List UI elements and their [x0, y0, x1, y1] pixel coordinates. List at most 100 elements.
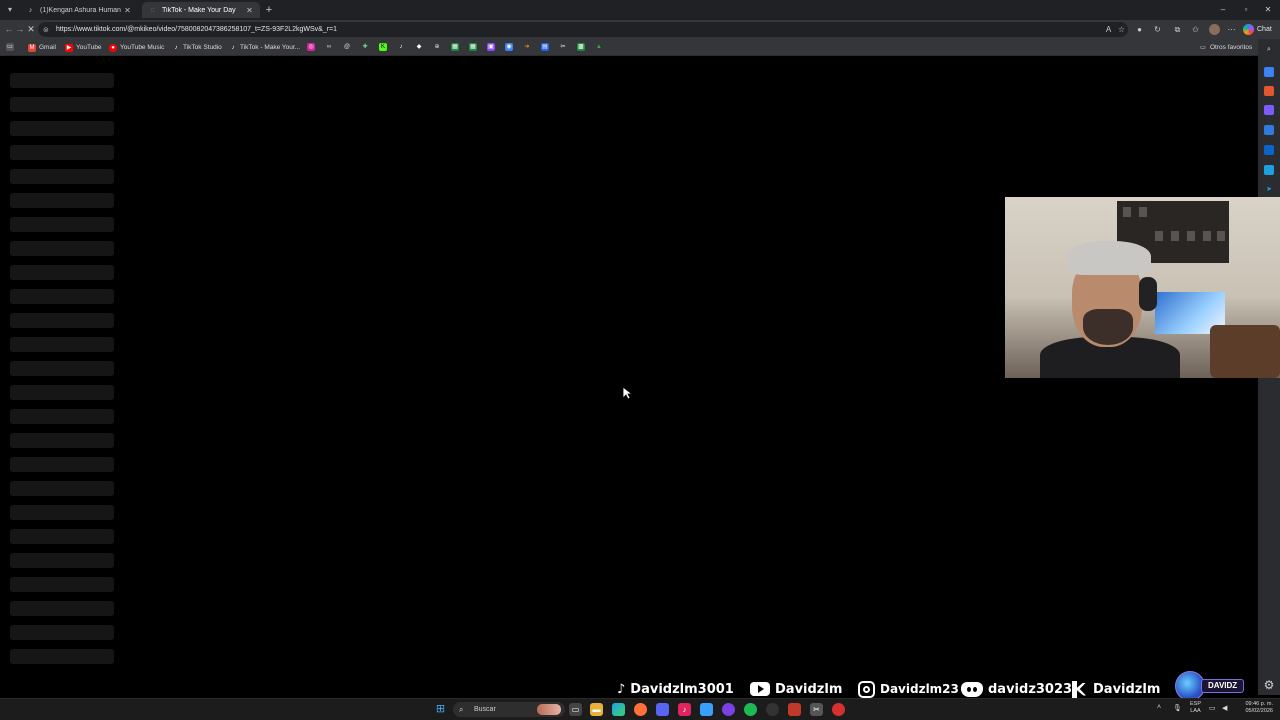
skeleton-item — [10, 625, 114, 640]
instagram-bookmark-icon[interactable]: ◎ — [307, 43, 315, 51]
outlook-icon[interactable] — [1264, 145, 1274, 155]
capcut-bookmark-icon[interactable]: ✂ — [559, 43, 567, 51]
bookmark-gmail[interactable]: M Gmail — [28, 42, 56, 53]
tag-icon[interactable] — [1264, 67, 1274, 77]
drop-icon[interactable] — [1264, 165, 1274, 175]
record-icon[interactable] — [832, 703, 845, 716]
tiktok-bookmark-icon[interactable]: ♪ — [397, 43, 405, 51]
app-taskbar-icon[interactable] — [700, 703, 713, 716]
copilot-chat-button[interactable]: Chat — [1243, 23, 1272, 36]
edge-icon[interactable] — [612, 703, 625, 716]
extensions-icon[interactable]: ⧉ — [1172, 24, 1183, 35]
spotify-icon[interactable] — [744, 703, 757, 716]
sheets-bookmark-icon[interactable]: ▦ — [451, 43, 459, 51]
refresh-extension-icon[interactable]: ↻ — [1152, 24, 1163, 35]
discord-taskbar-icon[interactable] — [656, 703, 669, 716]
firefox-icon[interactable] — [634, 703, 647, 716]
address-bar[interactable]: ⊜ https://www.tiktok.com/@mkikeo/video/7… — [38, 22, 1128, 37]
doc-bookmark-icon[interactable]: ▤ — [541, 43, 549, 51]
network-icon[interactable]: ▭ — [1209, 704, 1216, 712]
tab-search-icon[interactable]: ▾ — [4, 4, 16, 16]
copilot-panel-icon[interactable] — [1264, 125, 1274, 135]
skeleton-item — [10, 169, 114, 184]
sidebar-toggle-icon[interactable]: ▭ — [6, 43, 14, 51]
volume-icon[interactable]: ◀ — [1222, 704, 1227, 712]
system-clock[interactable]: 09:46 p. m. 05/02/2026 — [1239, 701, 1273, 715]
microphone-icon[interactable]: 🎙 — [1173, 704, 1182, 712]
drive-bookmark-icon[interactable]: ▲ — [595, 43, 603, 51]
tiktok-icon: ♪ — [28, 6, 33, 14]
skeleton-item — [10, 265, 114, 280]
site-info-icon[interactable]: ⊜ — [43, 26, 51, 34]
threads-bookmark-icon[interactable]: @ — [343, 43, 351, 51]
bookmark-youtube[interactable]: ▶ YouTube — [65, 42, 102, 53]
clock-time: 09:46 p. m. — [1245, 701, 1273, 707]
loading-icon: ◌ — [150, 6, 155, 14]
skeleton-item — [10, 313, 114, 328]
new-tab-button[interactable]: + — [263, 3, 275, 17]
kick-bookmark-icon[interactable]: K — [379, 43, 387, 51]
close-tab-icon[interactable]: ✕ — [245, 6, 254, 15]
task-view-icon[interactable]: ▭ — [569, 703, 582, 716]
minimize-button[interactable]: – — [1216, 4, 1230, 16]
more-menu-icon[interactable]: ⋯ — [1226, 24, 1237, 35]
plus-bookmark-icon[interactable]: ✚ — [361, 43, 369, 51]
search-highlight-image — [537, 704, 561, 715]
tray-chevron-icon[interactable]: ˄ — [1157, 704, 1161, 711]
skeleton-item — [10, 433, 114, 448]
bookmark-tiktok-make-your-day[interactable]: ♪ TikTok - Make Your... — [229, 42, 301, 53]
arrow-bookmark-icon[interactable]: ➔ — [523, 43, 531, 51]
tab-tiktok-make-your-day[interactable]: ◌ TikTok - Make Your Day ✕ — [142, 2, 260, 18]
obs-icon[interactable] — [722, 703, 735, 716]
twitch-bookmark-icon[interactable]: ▣ — [487, 43, 495, 51]
diamond-bookmark-icon[interactable]: ◆ — [415, 43, 423, 51]
toolbox-icon[interactable] — [1264, 86, 1274, 96]
bookmark-tiktok-studio[interactable]: ♪ TikTok Studio — [172, 42, 222, 53]
profile-avatar[interactable] — [1209, 24, 1220, 35]
skeleton-item — [10, 193, 114, 208]
url-text: https://www.tiktok.com/@mkikeo/video/758… — [56, 26, 338, 33]
search-icon[interactable]: ⌕ — [1264, 45, 1274, 55]
tiktok-icon: ♪ — [174, 44, 178, 51]
stop-loading-button[interactable]: ✕ — [25, 23, 37, 35]
social-handle: Davidzlm3001 — [630, 681, 734, 697]
app-bookmark-icon[interactable]: ◉ — [505, 43, 513, 51]
social-handle: Davidzlm23 — [880, 682, 959, 696]
bookmark-youtube-music[interactable]: ● YouTube Music — [109, 42, 164, 53]
clock-date: 05/02/2026 — [1245, 708, 1273, 714]
skeleton-item — [10, 337, 114, 352]
capcut-taskbar-icon[interactable]: ✂ — [810, 703, 823, 716]
close-window-button[interactable]: ✕ — [1261, 4, 1275, 16]
windows-start-icon[interactable]: ⊞ — [434, 703, 447, 716]
skeleton-item — [10, 529, 114, 544]
green-bookmark-icon[interactable]: ▩ — [577, 43, 585, 51]
file-explorer-icon[interactable]: ▬ — [590, 703, 603, 716]
send-icon[interactable]: ➤ — [1264, 185, 1274, 195]
steam-icon[interactable] — [766, 703, 779, 716]
input-language[interactable]: ESP LAA — [1190, 701, 1201, 715]
tiktok-live-icon[interactable]: ♪ — [678, 703, 691, 716]
maximize-button[interactable]: ▫ — [1239, 4, 1253, 16]
games-icon[interactable] — [1264, 105, 1274, 115]
streamer-beard — [1083, 309, 1133, 345]
favorites-icon[interactable]: ✩ — [1190, 24, 1201, 35]
tab-kengan-ashura[interactable]: ♪ (1)Kengan Ashura Human Best Mo ✕ — [20, 2, 138, 18]
streamer-headset — [1139, 277, 1157, 311]
skeleton-item — [10, 577, 114, 592]
globe-bookmark-icon[interactable]: ⊕ — [433, 43, 441, 51]
extension-record-icon[interactable]: ● — [1134, 24, 1145, 35]
gmail-icon: M — [28, 43, 36, 52]
settings-gear-icon[interactable]: ⚙ — [1262, 678, 1276, 692]
read-aloud-icon[interactable]: A — [1103, 24, 1114, 35]
skeleton-item — [10, 241, 114, 256]
sheets-bookmark-icon-2[interactable]: ▦ — [469, 43, 477, 51]
kick-icon — [1072, 680, 1088, 698]
bookmark-label: TikTok - Make Your... — [240, 44, 301, 51]
taskbar-search[interactable]: ⌕ Buscar — [453, 702, 565, 717]
social-kick: Davidzlm — [1072, 679, 1160, 699]
other-bookmarks-folder[interactable]: ▭ Otros favoritos — [1199, 42, 1252, 53]
close-tab-icon[interactable]: ✕ — [123, 6, 132, 15]
link-bookmark-icon[interactable]: ∞ — [325, 43, 333, 51]
favorite-star-icon[interactable]: ☆ — [1116, 24, 1127, 35]
app-red-icon[interactable] — [788, 703, 801, 716]
